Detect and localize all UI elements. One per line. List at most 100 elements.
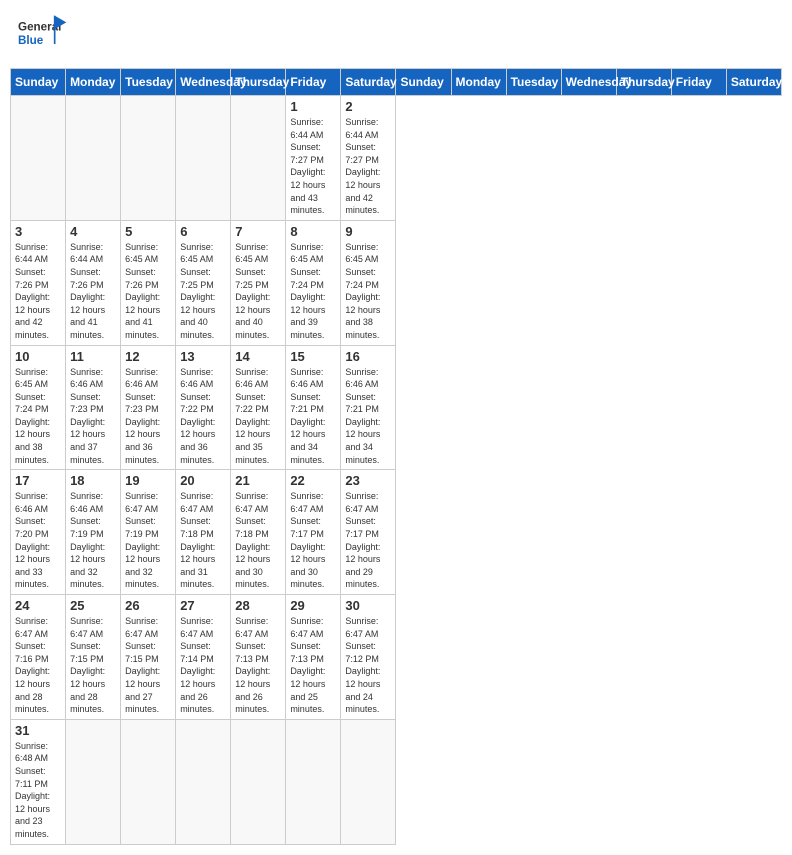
calendar-cell xyxy=(176,719,231,844)
calendar-cell: 5 Sunrise: 6:45 AM Sunset: 7:26 PM Daylig… xyxy=(121,220,176,345)
cell-info: Sunrise: 6:45 AM Sunset: 7:26 PM Dayligh… xyxy=(125,241,171,342)
calendar-cell xyxy=(286,719,341,844)
cell-info: Sunrise: 6:44 AM Sunset: 7:26 PM Dayligh… xyxy=(15,241,61,342)
day-number: 23 xyxy=(345,473,391,488)
calendar-cell: 29Sunrise: 6:47 AM Sunset: 7:13 PM Dayli… xyxy=(286,595,341,720)
calendar-cell: 26Sunrise: 6:47 AM Sunset: 7:15 PM Dayli… xyxy=(121,595,176,720)
calendar-cell: 8Sunrise: 6:45 AM Sunset: 7:24 PM Daylig… xyxy=(286,220,341,345)
calendar-cell: 15Sunrise: 6:46 AM Sunset: 7:21 PM Dayli… xyxy=(286,345,341,470)
day-number: 16 xyxy=(345,349,391,364)
calendar-cell: 9Sunrise: 6:45 AM Sunset: 7:24 PM Daylig… xyxy=(341,220,396,345)
day-number: 5 xyxy=(125,224,171,239)
column-header-tuesday: Tuesday xyxy=(506,69,561,96)
column-header-sunday: Sunday xyxy=(11,69,66,96)
column-header-saturday: Saturday xyxy=(726,69,781,96)
cell-info: Sunrise: 6:47 AM Sunset: 7:15 PM Dayligh… xyxy=(125,615,171,716)
cell-info: Sunrise: 6:47 AM Sunset: 7:12 PM Dayligh… xyxy=(345,615,391,716)
day-number: 20 xyxy=(180,473,226,488)
cell-info: Sunrise: 6:46 AM Sunset: 7:20 PM Dayligh… xyxy=(15,490,61,591)
day-number: 28 xyxy=(235,598,281,613)
calendar-cell: 20 Sunrise: 6:47 AM Sunset: 7:18 PM Dayli… xyxy=(176,470,231,595)
calendar-cell: 28 Sunrise: 6:47 AM Sunset: 7:13 PM Dayli… xyxy=(231,595,286,720)
calendar-cell: 30 Sunrise: 6:47 AM Sunset: 7:12 PM Dayli… xyxy=(341,595,396,720)
calendar-cell xyxy=(176,96,231,221)
cell-info: Sunrise: 6:47 AM Sunset: 7:17 PM Dayligh… xyxy=(290,490,336,591)
column-header-sunday: Sunday xyxy=(396,69,451,96)
day-number: 13 xyxy=(180,349,226,364)
calendar-cell: 27 Sunrise: 6:47 AM Sunset: 7:14 PM Dayli… xyxy=(176,595,231,720)
calendar-cell: 16 Sunrise: 6:46 AM Sunset: 7:21 PM Dayli… xyxy=(341,345,396,470)
cell-info: Sunrise: 6:45 AM Sunset: 7:25 PM Dayligh… xyxy=(180,241,226,342)
cell-info: Sunrise: 6:45 AM Sunset: 7:24 PM Dayligh… xyxy=(15,366,61,467)
calendar-cell: 11Sunrise: 6:46 AM Sunset: 7:23 PM Dayli… xyxy=(66,345,121,470)
cell-info: Sunrise: 6:44 AM Sunset: 7:27 PM Dayligh… xyxy=(290,116,336,217)
cell-info: Sunrise: 6:47 AM Sunset: 7:18 PM Dayligh… xyxy=(180,490,226,591)
column-header-tuesday: Tuesday xyxy=(121,69,176,96)
calendar-cell: 2 Sunrise: 6:44 AM Sunset: 7:27 PM Daylig… xyxy=(341,96,396,221)
day-number: 17 xyxy=(15,473,61,488)
calendar-cell xyxy=(66,96,121,221)
day-number: 30 xyxy=(345,598,391,613)
cell-info: Sunrise: 6:46 AM Sunset: 7:19 PM Dayligh… xyxy=(70,490,116,591)
calendar-cell xyxy=(121,719,176,844)
column-header-wednesday: Wednesday xyxy=(176,69,231,96)
day-number: 19 xyxy=(125,473,171,488)
column-header-monday: Monday xyxy=(451,69,506,96)
day-number: 4 xyxy=(70,224,116,239)
calendar-week-0: 1Sunrise: 6:44 AM Sunset: 7:27 PM Daylig… xyxy=(11,96,782,221)
calendar-cell: 12Sunrise: 6:46 AM Sunset: 7:23 PM Dayli… xyxy=(121,345,176,470)
column-header-saturday: Saturday xyxy=(341,69,396,96)
cell-info: Sunrise: 6:45 AM Sunset: 7:24 PM Dayligh… xyxy=(345,241,391,342)
calendar-cell: 3 Sunrise: 6:44 AM Sunset: 7:26 PM Daylig… xyxy=(11,220,66,345)
calendar-cell xyxy=(231,719,286,844)
calendar-cell: 14Sunrise: 6:46 AM Sunset: 7:22 PM Dayli… xyxy=(231,345,286,470)
cell-info: Sunrise: 6:45 AM Sunset: 7:25 PM Dayligh… xyxy=(235,241,281,342)
calendar-week-3: 17 Sunrise: 6:46 AM Sunset: 7:20 PM Dayli… xyxy=(11,470,782,595)
calendar-cell: 10 Sunrise: 6:45 AM Sunset: 7:24 PM Dayli… xyxy=(11,345,66,470)
day-number: 22 xyxy=(290,473,336,488)
day-number: 3 xyxy=(15,224,61,239)
calendar-cell: 24 Sunrise: 6:47 AM Sunset: 7:16 PM Dayli… xyxy=(11,595,66,720)
cell-info: Sunrise: 6:47 AM Sunset: 7:13 PM Dayligh… xyxy=(235,615,281,716)
page-header: General Blue xyxy=(10,10,782,58)
calendar-cell: 22 Sunrise: 6:47 AM Sunset: 7:17 PM Dayli… xyxy=(286,470,341,595)
day-number: 29 xyxy=(290,598,336,613)
day-number: 7 xyxy=(235,224,281,239)
calendar-cell xyxy=(231,96,286,221)
day-number: 21 xyxy=(235,473,281,488)
calendar-cell: 7 Sunrise: 6:45 AM Sunset: 7:25 PM Daylig… xyxy=(231,220,286,345)
day-number: 6 xyxy=(180,224,226,239)
calendar-cell: 21Sunrise: 6:47 AM Sunset: 7:18 PM Dayli… xyxy=(231,470,286,595)
cell-info: Sunrise: 6:47 AM Sunset: 7:14 PM Dayligh… xyxy=(180,615,226,716)
column-header-friday: Friday xyxy=(671,69,726,96)
day-number: 24 xyxy=(15,598,61,613)
calendar-week-4: 24 Sunrise: 6:47 AM Sunset: 7:16 PM Dayli… xyxy=(11,595,782,720)
day-number: 18 xyxy=(70,473,116,488)
column-header-wednesday: Wednesday xyxy=(561,69,616,96)
cell-info: Sunrise: 6:44 AM Sunset: 7:27 PM Dayligh… xyxy=(345,116,391,217)
cell-info: Sunrise: 6:46 AM Sunset: 7:23 PM Dayligh… xyxy=(125,366,171,467)
cell-info: Sunrise: 6:47 AM Sunset: 7:19 PM Dayligh… xyxy=(125,490,171,591)
calendar-cell xyxy=(11,96,66,221)
logo-icon: General Blue xyxy=(18,14,68,54)
day-number: 8 xyxy=(290,224,336,239)
cell-info: Sunrise: 6:47 AM Sunset: 7:15 PM Dayligh… xyxy=(70,615,116,716)
calendar-cell: 19 Sunrise: 6:47 AM Sunset: 7:19 PM Dayli… xyxy=(121,470,176,595)
cell-info: Sunrise: 6:46 AM Sunset: 7:21 PM Dayligh… xyxy=(345,366,391,467)
calendar-cell: 17 Sunrise: 6:46 AM Sunset: 7:20 PM Dayli… xyxy=(11,470,66,595)
cell-info: Sunrise: 6:47 AM Sunset: 7:16 PM Dayligh… xyxy=(15,615,61,716)
calendar-week-2: 10 Sunrise: 6:45 AM Sunset: 7:24 PM Dayli… xyxy=(11,345,782,470)
day-number: 15 xyxy=(290,349,336,364)
day-number: 10 xyxy=(15,349,61,364)
day-number: 27 xyxy=(180,598,226,613)
column-header-thursday: Thursday xyxy=(616,69,671,96)
calendar-table: SundayMondayTuesdayWednesdayThursdayFrid… xyxy=(10,68,782,845)
calendar-cell: 1Sunrise: 6:44 AM Sunset: 7:27 PM Daylig… xyxy=(286,96,341,221)
calendar-cell: 18 Sunrise: 6:46 AM Sunset: 7:19 PM Dayli… xyxy=(66,470,121,595)
calendar-cell: 6 Sunrise: 6:45 AM Sunset: 7:25 PM Daylig… xyxy=(176,220,231,345)
cell-info: Sunrise: 6:44 AM Sunset: 7:26 PM Dayligh… xyxy=(70,241,116,342)
logo: General Blue xyxy=(18,14,68,54)
column-header-thursday: Thursday xyxy=(231,69,286,96)
day-number: 2 xyxy=(345,99,391,114)
calendar-header-row: SundayMondayTuesdayWednesdayThursdayFrid… xyxy=(11,69,782,96)
